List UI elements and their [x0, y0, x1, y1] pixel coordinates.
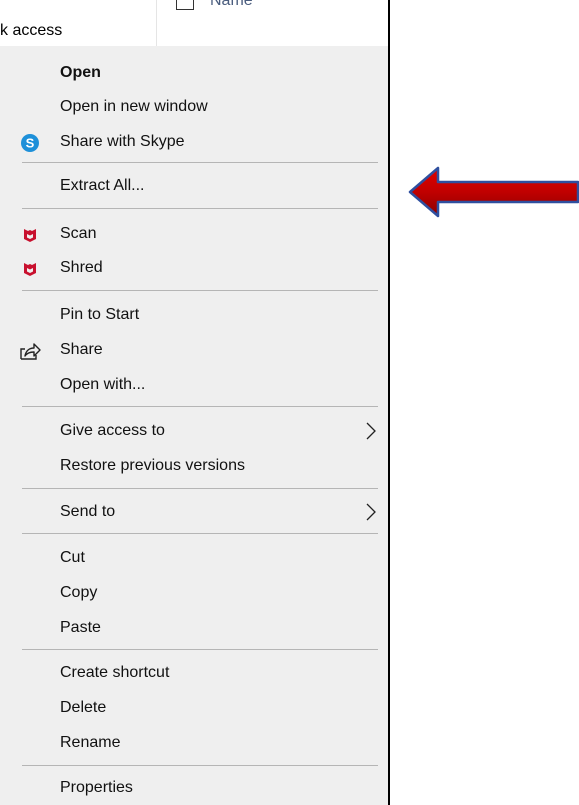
- menu-item-open[interactable]: Open: [0, 56, 388, 90]
- menu-separator: [22, 406, 378, 407]
- menu-item-pin-to-start[interactable]: Pin to Start: [0, 298, 388, 332]
- menu-item-delete[interactable]: Delete: [0, 691, 388, 725]
- menu-separator: [22, 649, 378, 650]
- menu-item-cut[interactable]: Cut: [0, 541, 388, 575]
- share-icon: [18, 341, 42, 361]
- menu-item-open-in-new-window[interactable]: Open in new window: [0, 90, 388, 124]
- menu-item-label: Share with Skype: [60, 133, 185, 150]
- menu-item-copy[interactable]: Copy: [0, 576, 388, 610]
- svg-text:S: S: [26, 136, 35, 151]
- menu-item-label: Open: [60, 64, 101, 81]
- menu-item-label: Pin to Start: [60, 306, 140, 323]
- menu-item-share[interactable]: Share: [0, 333, 388, 367]
- menu-item-label: Share: [60, 341, 103, 358]
- menu-item-scan[interactable]: Scan: [0, 217, 388, 251]
- menu-item-share-with-skype[interactable]: S Share with Skype: [0, 125, 388, 159]
- menu-item-label: Rename: [60, 734, 121, 751]
- menu-item-create-shortcut[interactable]: Create shortcut: [0, 656, 388, 690]
- menu-item-label: Extract All...: [60, 177, 145, 194]
- menu-item-shred[interactable]: Shred: [0, 251, 388, 285]
- menu-item-label: Copy: [60, 584, 98, 601]
- context-menu-frame: k access Name Open Open in new window S …: [0, 0, 390, 805]
- menu-item-label: Shred: [60, 259, 103, 276]
- menu-item-restore-previous-versions[interactable]: Restore previous versions: [0, 449, 388, 483]
- menu-item-label: Send to: [60, 503, 116, 520]
- menu-separator: [22, 765, 378, 766]
- menu-item-rename[interactable]: Rename: [0, 726, 388, 760]
- chevron-right-icon: [364, 421, 378, 441]
- menu-item-label: Cut: [60, 549, 85, 566]
- menu-separator: [22, 533, 378, 534]
- menu-item-properties[interactable]: Properties: [0, 771, 388, 805]
- mcafee-icon: [20, 225, 40, 245]
- menu-separator: [22, 488, 378, 489]
- pane-divider: [156, 0, 157, 46]
- chevron-right-icon: [364, 502, 378, 522]
- menu-item-label: Open with...: [60, 376, 146, 393]
- explorer-header-strip: k access Name: [0, 0, 388, 46]
- menu-item-label: Restore previous versions: [60, 457, 245, 474]
- menu-separator: [22, 290, 378, 291]
- menu-item-extract-all[interactable]: Extract All...: [0, 169, 388, 203]
- menu-item-paste[interactable]: Paste: [0, 611, 388, 645]
- menu-item-label: Create shortcut: [60, 664, 170, 681]
- menu-item-label: Give access to: [60, 422, 165, 439]
- menu-item-label: Scan: [60, 225, 97, 242]
- menu-item-label: Properties: [60, 779, 133, 796]
- menu-item-open-with[interactable]: Open with...: [0, 368, 388, 402]
- menu-item-label: Open in new window: [60, 98, 208, 115]
- quick-access-nav-item[interactable]: k access: [0, 22, 62, 40]
- context-menu: Open Open in new window S Share with Sky…: [0, 46, 388, 805]
- skype-icon: S: [20, 133, 40, 153]
- menu-separator: [22, 208, 378, 209]
- mcafee-icon: [20, 259, 40, 279]
- menu-item-send-to[interactable]: Send to: [0, 495, 388, 529]
- name-column-header[interactable]: Name: [210, 0, 253, 10]
- red-arrow-annotation: [408, 166, 579, 218]
- menu-item-label: Delete: [60, 699, 107, 716]
- select-all-checkbox[interactable]: [176, 0, 194, 10]
- menu-item-label: Paste: [60, 619, 101, 636]
- menu-item-give-access-to[interactable]: Give access to: [0, 414, 388, 448]
- menu-separator: [22, 162, 378, 163]
